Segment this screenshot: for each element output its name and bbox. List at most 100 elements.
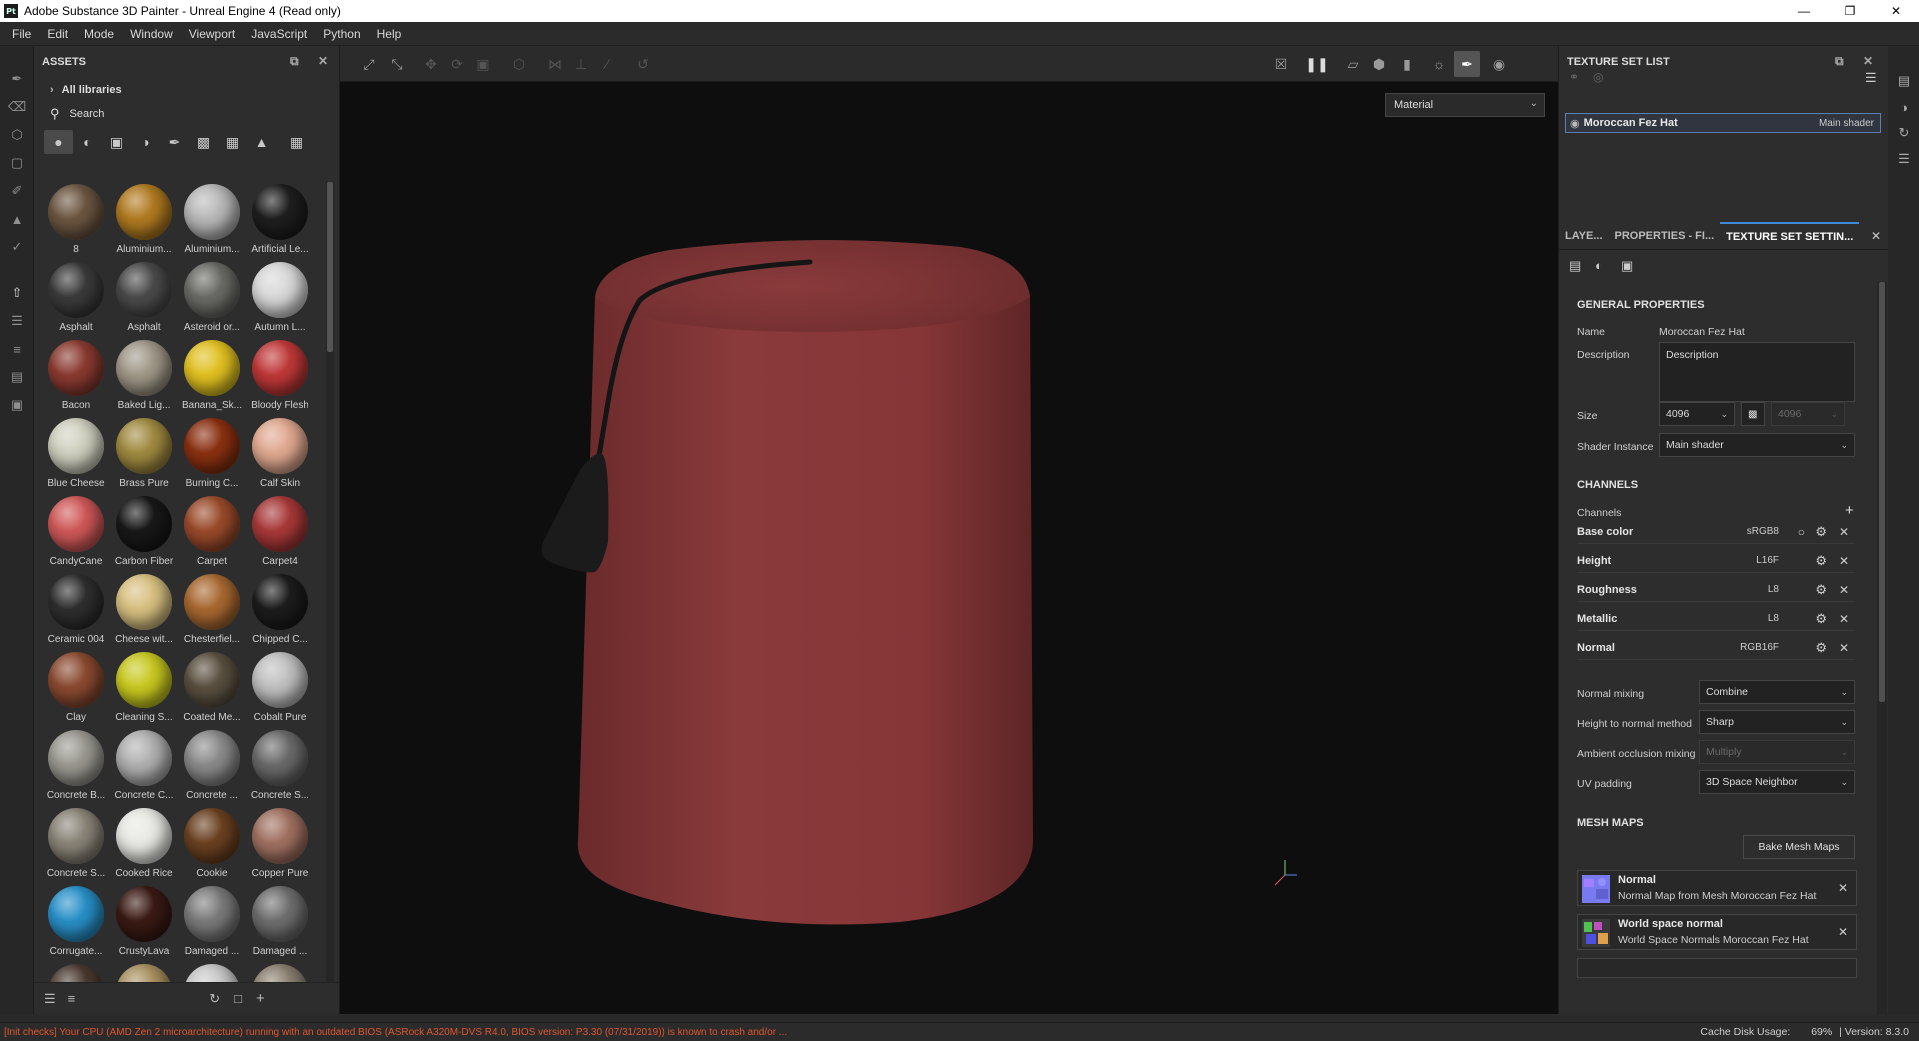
height-to-normal-dropdown[interactable]: Sharp ⌄ (1699, 710, 1855, 734)
material-item[interactable]: Brass Pure (110, 416, 178, 494)
float-panel-icon[interactable]: ⧉ (290, 54, 299, 69)
texture-set-row[interactable]: ◉ Moroccan Fez Hat Main shader (1565, 113, 1881, 133)
material-item[interactable]: Chipped C... (246, 572, 308, 650)
float-panel-icon[interactable]: ⧉ (1835, 54, 1844, 69)
material-item[interactable] (110, 962, 178, 982)
size-dropdown[interactable]: 4096 ⌄ (1659, 402, 1735, 426)
mesh-map-item-partial[interactable] (1577, 958, 1857, 978)
material-item[interactable]: Cobalt Pure (246, 650, 308, 728)
material-item[interactable]: Autumn L... (246, 260, 308, 338)
material-item[interactable]: Concrete ... (178, 728, 246, 806)
maximize-button[interactable]: ❐ (1827, 0, 1873, 22)
masks-filter-icon[interactable]: ▣ (102, 130, 131, 154)
paint-mode-icon[interactable]: ✒ (1454, 51, 1480, 77)
particles-filter-icon[interactable]: ▩ (189, 130, 218, 154)
close-icon[interactable]: ✕ (1871, 229, 1881, 243)
gear-icon[interactable]: ⚙ (1815, 582, 1827, 598)
folder-icon[interactable]: □ (234, 991, 242, 1006)
close-icon[interactable]: ✕ (318, 54, 328, 68)
material-item[interactable]: Baked Lig... (110, 338, 178, 416)
status-error-message[interactable]: [Init checks] Your CPU (AMD Zen 2 microa… (0, 1027, 787, 1038)
smart-materials-filter-icon[interactable]: ◐ (73, 130, 102, 154)
mesh-map-item[interactable]: Normal Normal Map from Mesh Moroccan Fez… (1577, 870, 1857, 906)
channel-row[interactable]: Roughness L8 ⚙ ✕ (1577, 578, 1855, 602)
add-icon[interactable]: + (256, 990, 265, 1007)
material-item[interactable]: Damaged ... (246, 884, 308, 962)
menu-python[interactable]: Python (315, 27, 368, 41)
channel-format[interactable]: sRGB8 (1747, 526, 1779, 537)
material-item[interactable] (42, 962, 110, 982)
refresh-icon[interactable]: ↻ (209, 991, 220, 1007)
document-icon[interactable]: ▤ (8, 368, 26, 386)
channel-row[interactable]: Height L16F ⚙ ✕ (1577, 549, 1855, 573)
bake-mesh-maps-button[interactable]: Bake Mesh Maps (1743, 835, 1855, 859)
shader-instance-dropdown[interactable]: Main shader ⌄ (1659, 433, 1855, 457)
material-item[interactable]: Bloody Flesh (246, 338, 308, 416)
library-selector[interactable]: › All libraries (34, 78, 339, 102)
material-item[interactable]: Cooked Rice (110, 806, 178, 884)
sort-icon[interactable]: ≡ (68, 991, 76, 1006)
material-item[interactable]: Blue Cheese (42, 416, 110, 494)
display-settings-icon[interactable]: ◑ (1895, 98, 1913, 116)
pause-icon[interactable]: ❚❚ (1305, 55, 1328, 73)
material-item[interactable]: Damaged ... (178, 884, 246, 962)
remove-channel-icon[interactable]: ✕ (1839, 612, 1849, 626)
material-item[interactable]: Asphalt (110, 260, 178, 338)
projection-icon[interactable]: ⬡ (8, 126, 26, 144)
material-item[interactable]: Cleaning S... (110, 650, 178, 728)
menu-file[interactable]: File (4, 27, 39, 41)
assets-scrollbar[interactable] (326, 182, 334, 982)
assets-scroll-thumb[interactable] (327, 182, 333, 352)
history-icon[interactable]: ↻ (1895, 124, 1913, 142)
description-field[interactable]: Description (1659, 342, 1855, 402)
material-item[interactable] (246, 962, 308, 982)
gear-icon[interactable]: ⚙ (1815, 524, 1827, 540)
shader-ball-icon[interactable]: ◐ (1595, 258, 1603, 273)
tab-properties[interactable]: PROPERTIES - FI... (1609, 222, 1721, 250)
log-icon[interactable]: ☰ (1895, 150, 1913, 168)
tab-layers[interactable]: LAYE... (1559, 222, 1609, 250)
material-item[interactable]: Coated Me... (178, 650, 246, 728)
grid-view-icon[interactable]: ▦ (282, 130, 311, 154)
generators-filter-icon[interactable]: ◑ (131, 130, 160, 154)
material-item[interactable]: Carpet4 (246, 494, 308, 572)
material-item[interactable]: Banana_Sk... (178, 338, 246, 416)
gear-icon[interactable]: ⚙ (1815, 640, 1827, 656)
3d-view-icon[interactable]: ⬢ (1370, 55, 1388, 73)
material-item[interactable]: Clay (42, 650, 110, 728)
environments-filter-icon[interactable]: ▲ (247, 130, 276, 154)
material-item[interactable]: Asteroid or... (178, 260, 246, 338)
camera-icon[interactable]: ▮ (1398, 55, 1416, 73)
smudge-icon[interactable]: ✐ (8, 182, 26, 200)
color-picker-icon[interactable]: ✓ (8, 238, 26, 256)
channel-row[interactable]: Base color sRGB8 ○ ⚙ ✕ (1577, 520, 1855, 544)
material-item[interactable]: Aluminium... (110, 182, 178, 260)
material-item[interactable]: Chesterfiel... (178, 572, 246, 650)
2d-view-icon[interactable]: ▱ (1344, 55, 1362, 73)
remove-mesh-map-icon[interactable]: ✕ (1838, 925, 1848, 939)
list-view-icon[interactable]: ☰ (44, 991, 56, 1007)
close-window-button[interactable]: ✕ (1873, 0, 1919, 22)
uv-transform-icon[interactable]: ⤡ (388, 55, 406, 73)
material-item[interactable]: 8 (42, 182, 110, 260)
material-item[interactable]: Asphalt (42, 260, 110, 338)
channel-row[interactable]: Normal RGB16F ⚙ ✕ (1577, 636, 1855, 660)
material-item[interactable]: Calf Skin (246, 416, 308, 494)
bake-icon[interactable]: ☰ (8, 312, 26, 330)
material-item[interactable]: Concrete S... (42, 806, 110, 884)
remove-channel-icon[interactable]: ✕ (1839, 525, 1849, 539)
size-lock-button[interactable]: ▩ (1741, 402, 1765, 426)
material-item[interactable]: Concrete C... (110, 728, 178, 806)
uv-icon[interactable]: ▣ (1621, 258, 1633, 274)
material-item[interactable]: Corrugate... (42, 884, 110, 962)
assets-search-input[interactable]: ⚲ Search (34, 102, 339, 126)
channel-format[interactable]: L8 (1768, 613, 1779, 624)
hide-icon[interactable]: ☒ (1272, 55, 1290, 73)
material-item[interactable]: CandyCane (42, 494, 110, 572)
remove-channel-icon[interactable]: ✕ (1839, 583, 1849, 597)
material-item[interactable]: Bacon (42, 338, 110, 416)
menu-edit[interactable]: Edit (39, 27, 76, 41)
material-item[interactable]: CrustyLava (110, 884, 178, 962)
export-icon[interactable]: ⇧ (8, 284, 26, 302)
material-item[interactable]: Cookie (178, 806, 246, 884)
